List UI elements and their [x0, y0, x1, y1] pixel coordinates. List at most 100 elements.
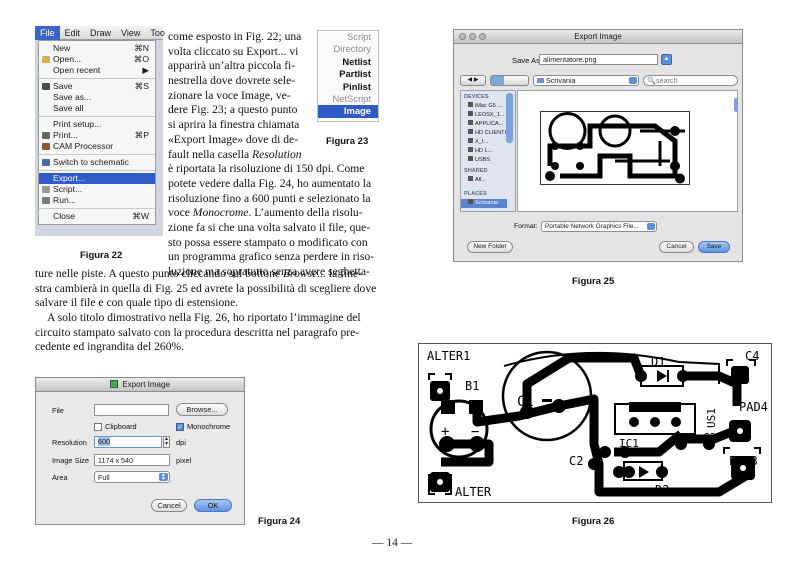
menubar-item[interactable]: Edit	[60, 28, 86, 38]
new-folder-button[interactable]: New Folder	[467, 241, 513, 253]
menu-item[interactable]: Print... ⌘P	[39, 130, 155, 141]
menu-item-label: Save	[53, 81, 73, 91]
cancel-button-25[interactable]: Cancel	[659, 241, 694, 253]
us1-pad-1	[629, 417, 639, 427]
menu-item[interactable]: Save all	[39, 103, 155, 114]
d2-pad-2	[656, 466, 668, 478]
text-line: fault nella casella Resolution	[168, 147, 302, 161]
view-toggle[interactable]	[490, 75, 529, 86]
sidebar-item[interactable]: All...	[461, 176, 507, 185]
ok-button[interactable]: OK	[194, 499, 232, 512]
menu-item-label: CAM Processor	[53, 141, 114, 151]
save-button[interactable]: Save	[698, 241, 730, 253]
cancel-button[interactable]: Cancel	[151, 499, 187, 512]
icon-view-icon[interactable]	[491, 76, 504, 85]
search-field[interactable]: 🔍search	[643, 75, 738, 86]
figure-22-caption: Figura 22	[80, 250, 123, 261]
clipboard-checkbox[interactable]	[94, 423, 102, 431]
search-icon: 🔍	[647, 76, 656, 85]
sidebar-item-label: iMac G5 ...	[475, 103, 503, 109]
menubar-item[interactable]: Draw	[85, 28, 116, 38]
menu-item-label: Print setup...	[53, 119, 102, 129]
nav-back-forward[interactable]: ◀ ▶	[460, 75, 486, 86]
sidebar-item[interactable]: USBS	[461, 156, 507, 165]
minimize-icon[interactable]	[469, 33, 476, 40]
text-line: un programma grafico senza perdere in ri…	[168, 250, 375, 264]
resolution-input[interactable]: 600	[94, 436, 162, 448]
us1-pad-2	[650, 417, 660, 427]
new-folder-label: New Folder	[473, 243, 507, 250]
label-us1: US1	[705, 408, 718, 428]
menu-item[interactable]: CAM Processor	[39, 141, 155, 152]
folder-icon	[42, 56, 50, 63]
menu-item[interactable]: Close ⌘W	[39, 211, 155, 222]
file-input[interactable]	[94, 404, 169, 416]
b1-pad-1	[441, 400, 455, 414]
zoom-icon[interactable]	[479, 33, 486, 40]
alter-hole	[437, 479, 443, 485]
pad4-hole	[737, 428, 743, 434]
menu-item[interactable]: Save ⌘S	[39, 81, 155, 92]
menu-item[interactable]: Export...	[39, 173, 155, 184]
image-size-label: Image Size	[52, 456, 89, 465]
text-line: risoluzione fino a 600 punti e seleziona…	[168, 191, 371, 205]
save-dialog-title: Export Image	[574, 32, 622, 41]
menu-item[interactable]: Save as...	[39, 92, 155, 103]
menu-item[interactable]: Open... ⌘O	[39, 54, 155, 65]
sidebar-item[interactable]: APPLICA...	[461, 120, 507, 129]
area-label: Area	[52, 473, 68, 482]
sidebar-item[interactable]: LEOSX_1...	[461, 111, 507, 120]
monochrome-checkbox[interactable]: ✓	[176, 423, 184, 431]
menu-item[interactable]: Script...	[39, 184, 155, 195]
monochrome-label: Monochrome	[187, 422, 231, 431]
menu-item[interactable]: New ⌘N	[39, 43, 155, 54]
save-dialog-titlebar: Export Image	[454, 30, 742, 44]
sidebar-item[interactable]: Scrivania	[461, 199, 507, 208]
format-select[interactable]: Portable Network Graphics File...	[541, 221, 657, 232]
menubar-item[interactable]: Too	[145, 28, 170, 38]
save-as-input[interactable]: alimentatore.png	[539, 54, 658, 65]
label-minus: −	[471, 424, 479, 440]
label-pad3: PAD3	[729, 454, 758, 468]
sidebar-header: DEVICES	[464, 94, 489, 100]
d1-bar	[667, 370, 669, 382]
area-select[interactable]: Full ▲ ▼	[94, 471, 170, 483]
sidebar-item-label: HD CLIENTI	[475, 130, 507, 136]
drive-icon	[468, 111, 473, 116]
sidebar-item[interactable]: iMac G5 ...	[461, 102, 507, 111]
location-popup[interactable]: Scrivania	[533, 75, 639, 86]
resolution-stepper[interactable]: ▲ ▼	[163, 436, 170, 448]
menubar-item[interactable]: File	[35, 25, 60, 40]
sidebar-item-label: X_I...	[475, 139, 489, 145]
text-line: dere Fig. 23; a questo punto	[168, 103, 298, 117]
sidebar-item[interactable]: HD CLIENTI	[461, 129, 507, 138]
menu-item[interactable]: Open recent ▶	[39, 65, 155, 76]
drive-icon	[468, 120, 473, 125]
d2-symbol	[639, 466, 649, 478]
text-line: nestrella dove dovrete sele-	[168, 74, 296, 88]
menu-item[interactable]: Switch to schematic	[39, 157, 155, 168]
sidebar-item[interactable]: X_I...	[461, 138, 507, 147]
expand-button[interactable]: ▲	[661, 54, 672, 65]
cancel-label-25: Cancel	[666, 243, 687, 250]
sidebar-item[interactable]: HD L...	[461, 147, 507, 156]
image-size-field: 1174 x 540	[94, 454, 170, 466]
browse-button[interactable]: Browse...	[176, 403, 228, 416]
menu-item[interactable]: Print setup...	[39, 119, 155, 130]
menu-item-label: Close	[53, 211, 75, 221]
menubar-item[interactable]: View	[116, 28, 145, 38]
text-line: voce Monocrome. L’aumento della risolu-	[168, 206, 363, 220]
d2-pad-1	[623, 466, 635, 478]
preview-scrollbar[interactable]	[734, 98, 738, 112]
drive-icon	[468, 156, 473, 161]
label-c3: C3	[703, 431, 716, 444]
menu-item[interactable]: Run...	[39, 195, 155, 206]
menu-item-label: Switch to schematic	[53, 157, 129, 167]
sidebar-item-label: Scrivania	[475, 200, 499, 206]
cancel-button-label: Cancel	[157, 501, 181, 510]
dialog-title: Export Image	[122, 380, 170, 389]
close-icon[interactable]	[459, 33, 466, 40]
c1-plate	[542, 399, 552, 402]
sidebar-scrollbar[interactable]	[506, 93, 513, 143]
label-c1: C1	[517, 394, 534, 410]
